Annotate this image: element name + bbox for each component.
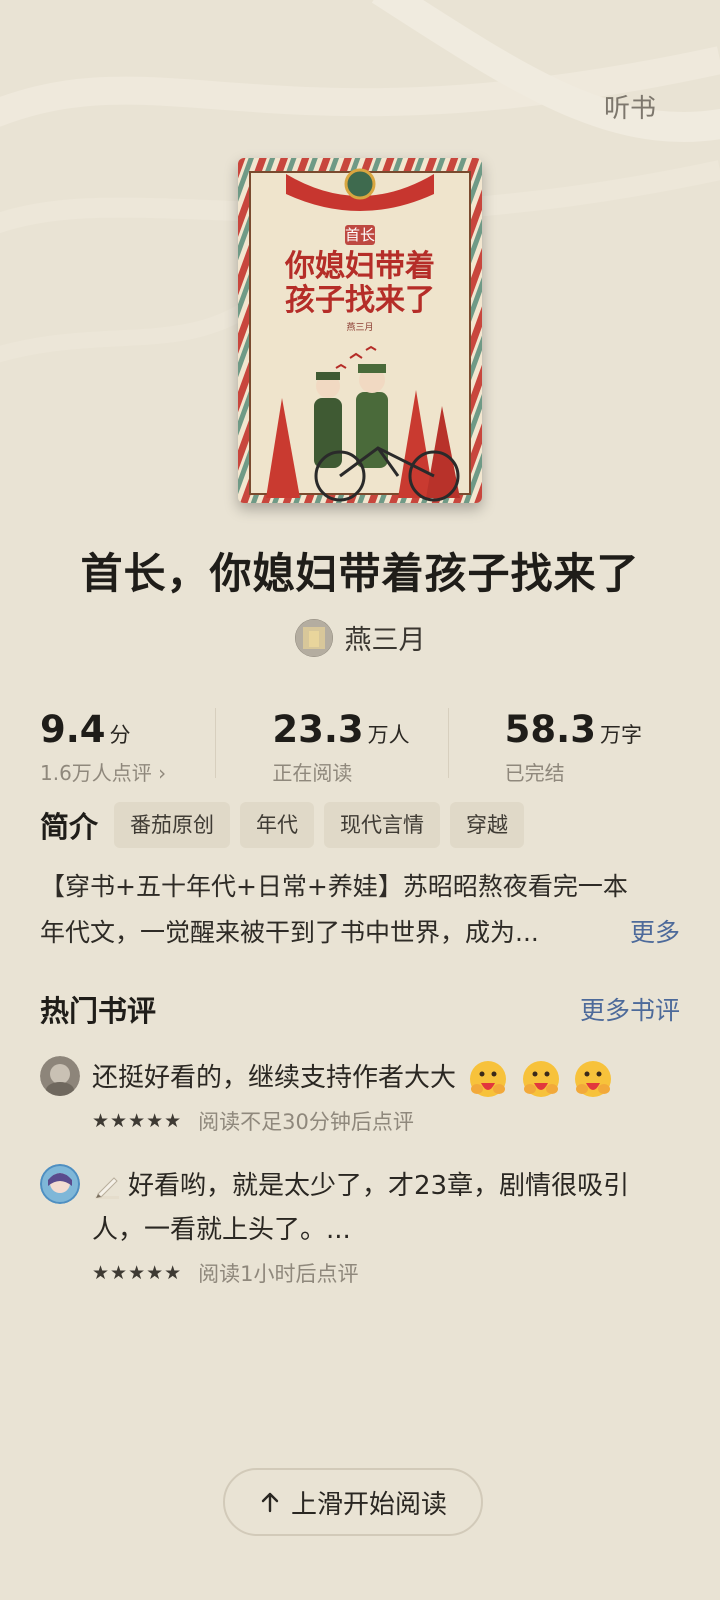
rating-count[interactable]: 1.6万人点评 › [40, 757, 215, 786]
hug-emoji-icon [574, 1060, 611, 1097]
review-text: 好看哟，就是太少了，才23章，剧情很吸引人，一看就上头了。... [92, 1171, 630, 1245]
cover-author: 燕三月 [346, 321, 373, 333]
review-item[interactable]: 还挺好看的，继续支持作者大大 ★★★★★ 阅读不足30分钟后点评 [40, 1056, 680, 1136]
stat-rating[interactable]: 9.4 分 1.6万人点评 › [40, 708, 215, 785]
words-unit: 万字 [599, 723, 642, 747]
review-text: 还挺好看的，继续支持作者大大 [92, 1063, 457, 1093]
review-stars: ★★★★★ [92, 1110, 183, 1132]
author-avatar[interactable] [294, 618, 333, 657]
more-reviews-link[interactable]: 更多书评 [580, 991, 680, 1027]
book-title: 首长，你媳妇带着孩子找来了 [80, 549, 640, 598]
reviewer-avatar[interactable] [40, 1056, 80, 1096]
stats-row: 9.4 分 1.6万人点评 › 23.3 万人 正在阅读 58.3 万字 已完结 [40, 708, 680, 785]
start-reading-button[interactable]: 上滑开始阅读 [223, 1468, 483, 1536]
cover-title-line2: 孩子找来了 [285, 283, 435, 318]
tag-chip[interactable]: 年代 [240, 802, 315, 848]
tag-chip[interactable]: 穿越 [450, 802, 525, 848]
readers-label: 正在阅读 [272, 761, 353, 785]
review-note: 阅读不足30分钟后点评 [198, 1110, 414, 1134]
start-reading-label: 上滑开始阅读 [290, 1489, 447, 1520]
description-line: 【穿书+五十年代+日常+养娃】苏昭昭熬夜看完一本 [40, 872, 628, 901]
rating-unit: 分 [109, 723, 131, 747]
listen-book-button[interactable]: 听书 [604, 88, 656, 125]
intro-row: 简介 番茄原创 年代 现代言情 穿越 [40, 802, 525, 848]
more-description-link[interactable]: 更多 [630, 910, 680, 956]
intro-label: 简介 [40, 810, 99, 844]
review-stars: ★★★★★ [92, 1262, 183, 1284]
words-value: 58.3 [504, 708, 596, 751]
hug-emoji-icon [470, 1060, 507, 1097]
stat-words: 58.3 万字 已完结 [447, 708, 680, 785]
hot-reviews-header: 热门书评 更多书评 [40, 988, 680, 1030]
cover-title-line1: 你媳妇带着 [284, 249, 435, 284]
tag-chip[interactable]: 番茄原创 [114, 802, 231, 848]
author-name[interactable]: 燕三月 [345, 618, 426, 657]
status-label: 已完结 [504, 761, 565, 785]
review-note: 阅读1小时后点评 [198, 1262, 359, 1286]
pencil-icon [95, 1176, 119, 1199]
book-cover: 首长 首长 你媳妇带着 孩子找来了 燕三月 [238, 158, 482, 503]
review-item[interactable]: 好看哟，就是太少了，才23章，剧情很吸引人，一看就上头了。... ★★★★★ 阅… [40, 1164, 680, 1288]
arrow-up-icon [261, 1492, 279, 1513]
tag-chip[interactable]: 现代言情 [324, 802, 441, 848]
author-row[interactable]: 燕三月 [0, 618, 720, 657]
cover-small-title-overlay: 首长 [345, 226, 375, 244]
readers-value: 23.3 [272, 708, 364, 751]
book-description[interactable]: 【穿书+五十年代+日常+养娃】苏昭昭熬夜看完一本 年代文，一觉醒来被干到了书中世… [40, 864, 680, 956]
stat-readers: 23.3 万人 正在阅读 [215, 708, 447, 785]
hug-emoji-icon [522, 1060, 559, 1097]
hot-reviews-title: 热门书评 [40, 994, 157, 1028]
rating-value: 9.4 [40, 708, 106, 751]
readers-unit: 万人 [367, 723, 410, 747]
description-line: 年代文，一觉醒来被干到了书中世界，成为... [40, 918, 539, 947]
reviewer-avatar[interactable] [40, 1164, 80, 1204]
